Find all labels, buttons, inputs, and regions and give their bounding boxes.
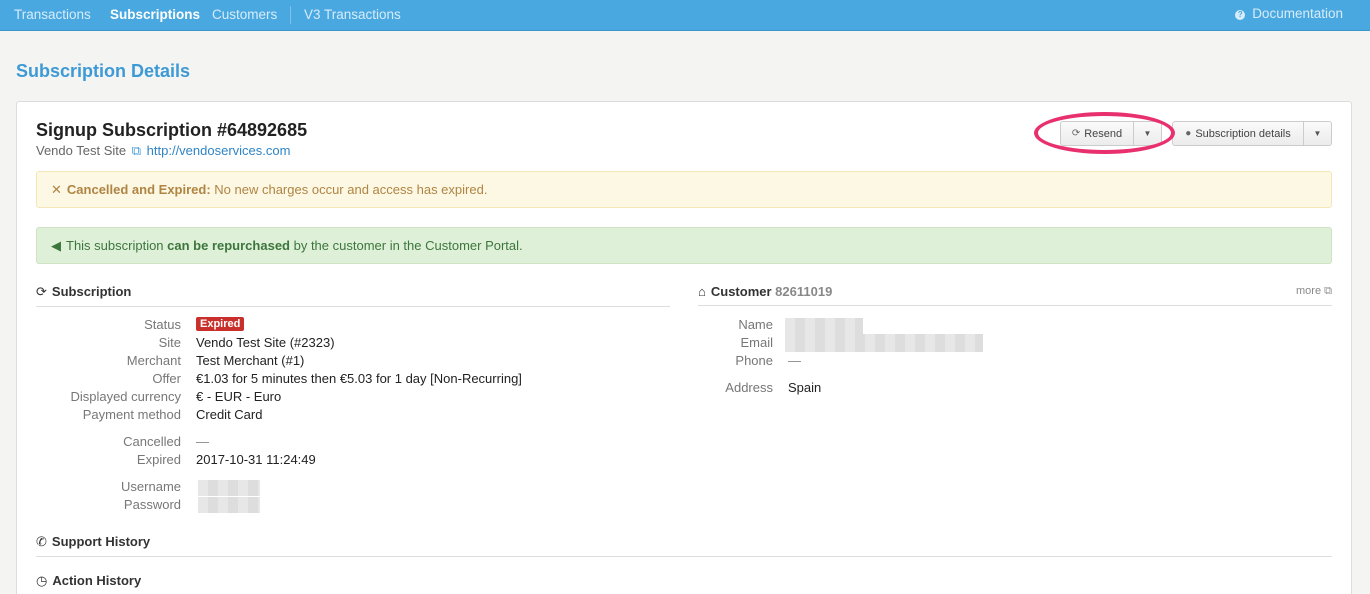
expired-value: 2017-10-31 11:24:49 [196, 452, 316, 467]
customer-name-label: Name [738, 317, 773, 332]
status-label: Status [144, 317, 181, 332]
offer-label: Offer [152, 371, 181, 386]
repurchase-alert: ◀ This subscription can be repurchased by… [36, 227, 1332, 264]
password-redacted [198, 497, 260, 513]
customer-section-heading: ⌂ Customer 82611019 [698, 284, 1332, 306]
nav-divider [290, 6, 291, 24]
currency-value: € - EUR - Euro [196, 389, 282, 404]
customer-name-redacted [785, 318, 863, 334]
caret-down-icon: ▼ [1313, 129, 1322, 138]
bullhorn-icon: ◀ [51, 238, 61, 253]
top-navbar: Transactions Subscriptions Customers V3 … [0, 0, 1370, 31]
site-value: Vendo Test Site (#2323) [196, 335, 335, 350]
action-history-heading[interactable]: ◷ Action History [36, 573, 1332, 594]
clock-icon: ◷ [36, 573, 48, 588]
alert-warning-strong: Cancelled and Expired: [66, 182, 211, 197]
page-title: Subscription Details [16, 61, 191, 81]
alert-info-strong: can be repurchased [167, 238, 290, 253]
nav-subscriptions[interactable]: Subscriptions [110, 7, 200, 22]
customer-email-redacted [785, 334, 983, 352]
site-line: Vendo Test Site ⧉ http://vendoservices.c… [36, 143, 290, 159]
subscription-details-button-group: ● Subscription details ▼ [1172, 121, 1332, 146]
external-link-icon: ⧉ [131, 143, 142, 158]
cancelled-expired-alert: ✕ Cancelled and Expired: No new charges o… [36, 171, 1332, 208]
subscription-details-button[interactable]: ● Subscription details [1172, 121, 1304, 146]
offer-value: €1.03 for 5 minutes then €5.03 for 1 day… [196, 371, 522, 386]
currency-label: Displayed currency [70, 389, 181, 404]
alert-info-pre: This subscription [66, 238, 168, 253]
more-label: more [1296, 285, 1322, 297]
action-history-title: Action History [52, 573, 142, 588]
subscription-section-heading: ⟳ Subscription [36, 284, 670, 307]
subscription-section-title: Subscription [51, 284, 132, 299]
alert-warning-text: No new charges occur and access has expi… [210, 182, 488, 197]
support-history-heading[interactable]: ✆ Support History [36, 534, 1332, 557]
customer-section-title: Customer [710, 284, 772, 299]
site-url-link[interactable]: http://vendoservices.com [147, 143, 291, 158]
status-badge: Expired [196, 317, 245, 331]
merchant-value: Test Merchant (#1) [196, 353, 305, 368]
nav-v3-transactions[interactable]: V3 Transactions [304, 7, 401, 22]
external-link-icon: ⧉ [1324, 285, 1332, 297]
cancelled-value: — [196, 434, 209, 449]
cancelled-label: Cancelled [123, 434, 181, 449]
merchant-label: Merchant [126, 353, 181, 368]
nav-customers[interactable]: Customers [212, 7, 277, 22]
expired-label: Expired [136, 452, 181, 467]
customer-id-link[interactable]: 82611019 [775, 284, 832, 299]
site-label: Site [158, 335, 181, 350]
refresh-icon: ⟳ [36, 284, 47, 299]
help-icon: ? [1235, 10, 1246, 20]
customer-address-value: Spain [788, 380, 822, 395]
subscription-details-dropdown-toggle[interactable]: ▼ [1304, 121, 1332, 146]
customer-phone-label: Phone [735, 353, 773, 368]
password-label: Password [123, 497, 181, 512]
site-name: Vendo Test Site [36, 143, 127, 158]
payment-method-label: Payment method [82, 407, 181, 422]
documentation-link[interactable]: ? Documentation [1235, 6, 1343, 21]
close-icon: ✕ [51, 182, 62, 197]
nav-transactions[interactable]: Transactions [14, 7, 91, 22]
alert-info-post: by the customer in the Customer Portal. [289, 238, 523, 253]
highlight-annotation [1034, 112, 1175, 154]
username-label: Username [121, 479, 181, 494]
more-link[interactable]: more ⧉ [1296, 285, 1332, 298]
username-redacted [198, 480, 260, 496]
support-history-title: Support History [51, 534, 151, 549]
customer-phone-value: — [788, 353, 801, 368]
phone-icon: ✆ [36, 534, 47, 549]
user-icon: ● [1185, 128, 1192, 139]
customer-address-label: Address [725, 380, 773, 395]
subscription-details-label: Subscription details [1195, 127, 1291, 140]
subscription-heading: Signup Subscription #64892685 [36, 120, 308, 140]
payment-method-value: Credit Card [196, 407, 263, 422]
home-icon: ⌂ [698, 284, 706, 299]
documentation-label: Documentation [1252, 6, 1343, 21]
customer-email-label: Email [740, 335, 773, 350]
